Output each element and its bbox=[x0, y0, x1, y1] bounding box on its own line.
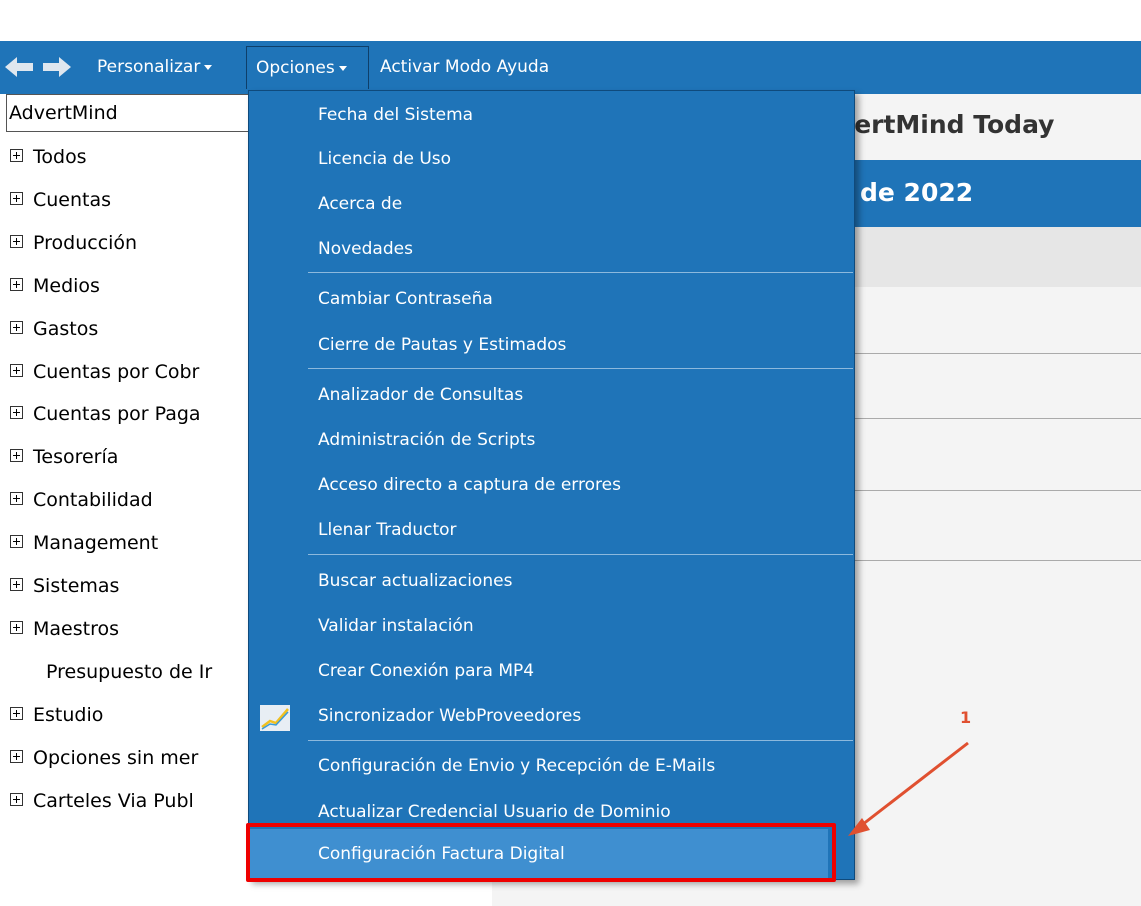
sidebar-item[interactable]: Contabilidad bbox=[10, 480, 153, 520]
sidebar-item[interactable]: Presupuesto de Ir bbox=[46, 652, 212, 692]
sidebar-item-label: Cuentas por Cobr bbox=[33, 360, 200, 383]
sidebar-item-label: Management bbox=[33, 532, 159, 555]
expand-plus-icon[interactable] bbox=[10, 792, 23, 806]
sidebar-item[interactable]: Estudio bbox=[10, 695, 103, 735]
sidebar-item[interactable]: Tesorería bbox=[10, 437, 118, 477]
sidebar-item-label: Cuentas bbox=[33, 188, 112, 211]
sidebar-item[interactable]: Cuentas por Cobr bbox=[10, 352, 199, 392]
sidebar-item[interactable]: Gastos bbox=[10, 309, 98, 349]
sidebar-item-label: Estudio bbox=[33, 703, 104, 726]
highlight-box bbox=[246, 823, 836, 882]
expand-plus-icon[interactable] bbox=[10, 492, 23, 506]
expand-plus-icon[interactable] bbox=[10, 449, 23, 463]
sidebar-item-label: Contabilidad bbox=[33, 489, 153, 512]
sidebar-item-label: Opciones sin mer bbox=[33, 746, 199, 769]
sidebar-item-label: Sistemas bbox=[33, 575, 120, 597]
menu-separator bbox=[308, 368, 853, 369]
sidebar-item[interactable]: Carteles Via Publ bbox=[10, 781, 194, 821]
expand-plus-icon[interactable] bbox=[10, 620, 23, 634]
menu-item[interactable]: Cierre de Pautas y Estimados bbox=[318, 325, 566, 365]
panel-header bbox=[820, 227, 1141, 287]
menu-item[interactable]: Sincronizador WebProveedores bbox=[318, 696, 581, 736]
expand-plus-icon[interactable] bbox=[10, 535, 23, 549]
menu-item[interactable]: Fecha del Sistema bbox=[318, 95, 473, 135]
menu-item[interactable]: Administración de Scripts bbox=[318, 420, 535, 460]
sidebar-item[interactable]: Medios bbox=[10, 266, 100, 306]
sidebar-item-label: Gastos bbox=[33, 317, 99, 340]
menu-item[interactable]: Buscar actualizaciones bbox=[318, 561, 512, 601]
divider bbox=[830, 560, 1141, 561]
expand-plus-icon[interactable] bbox=[10, 234, 23, 248]
sidebar-item-label: Producción bbox=[33, 231, 138, 254]
sidebar-item[interactable]: Maestros bbox=[10, 609, 119, 649]
divider bbox=[830, 490, 1141, 491]
sidebar-item-label: Carteles Via Publ bbox=[33, 789, 194, 812]
expand-plus-icon[interactable] bbox=[10, 320, 23, 334]
sidebar-item-label: Presupuesto de Ir bbox=[46, 660, 213, 683]
sidebar-item[interactable]: Sistemas bbox=[10, 566, 119, 606]
expand-plus-icon[interactable] bbox=[10, 406, 23, 420]
menu-separator bbox=[308, 554, 853, 555]
chart-line-icon bbox=[260, 705, 290, 731]
expand-plus-icon[interactable] bbox=[10, 706, 23, 720]
sidebar-item-label: Tesorería bbox=[33, 446, 119, 469]
sidebar-item[interactable]: Cuentas bbox=[10, 180, 111, 220]
date-label: de 2022 bbox=[860, 178, 974, 207]
menu-item[interactable]: Acceso directo a captura de errores bbox=[318, 465, 621, 505]
menu-personalizar[interactable]: Personalizar bbox=[97, 47, 213, 87]
sidebar-item-label: Medios bbox=[33, 274, 100, 297]
menu-item[interactable]: Llenar Traductor bbox=[318, 510, 457, 550]
nav-arrows bbox=[5, 57, 71, 77]
callout-number: 1 bbox=[960, 708, 972, 727]
activar-modo-ayuda[interactable]: Activar Modo Ayuda bbox=[380, 47, 549, 87]
divider bbox=[830, 353, 1141, 354]
sidebar-item-label: Todos bbox=[33, 146, 87, 168]
expand-plus-icon[interactable] bbox=[10, 191, 23, 205]
page-title: dvertMind Today bbox=[820, 110, 1055, 139]
sidebar-item[interactable]: Opciones sin mer bbox=[10, 738, 198, 778]
menu-item[interactable]: Crear Conexión para MP4 bbox=[318, 651, 534, 691]
menu-item[interactable]: Validar instalación bbox=[318, 606, 474, 646]
sidebar-item-label: Maestros bbox=[33, 617, 119, 640]
menu-item[interactable]: Configuración de Envio y Recepción de E-… bbox=[318, 746, 715, 786]
sidebar-title[interactable]: AdvertMind bbox=[6, 94, 266, 132]
menu-opciones-label: Opciones bbox=[256, 58, 335, 78]
back-arrow-icon[interactable] bbox=[5, 57, 33, 77]
sidebar-item[interactable]: Management bbox=[10, 523, 158, 563]
chevron-down-icon bbox=[204, 64, 213, 70]
menu-item[interactable]: Analizador de Consultas bbox=[318, 375, 523, 415]
menu-item[interactable]: Licencia de Uso bbox=[318, 139, 451, 179]
expand-plus-icon[interactable] bbox=[10, 363, 23, 377]
menu-item[interactable]: Cambiar Contraseña bbox=[318, 279, 493, 319]
expand-plus-icon[interactable] bbox=[10, 277, 23, 291]
menu-separator bbox=[308, 740, 853, 741]
divider bbox=[830, 418, 1141, 419]
menu-separator bbox=[308, 272, 853, 273]
menu-item[interactable]: Acerca de bbox=[318, 184, 402, 224]
menu-opciones[interactable]: Opciones bbox=[246, 46, 369, 89]
menu-personalizar-label: Personalizar bbox=[97, 57, 201, 77]
forward-arrow-icon[interactable] bbox=[43, 57, 71, 77]
expand-plus-icon[interactable] bbox=[10, 749, 23, 763]
sidebar-item-label: Cuentas por Paga bbox=[33, 403, 201, 426]
expand-plus-icon[interactable] bbox=[10, 149, 23, 162]
expand-plus-icon[interactable] bbox=[10, 578, 23, 591]
sidebar-item[interactable]: Producción bbox=[10, 223, 137, 263]
chevron-down-icon bbox=[338, 65, 347, 71]
sidebar-item[interactable]: Todos bbox=[10, 137, 87, 177]
sidebar-item[interactable]: Cuentas por Paga bbox=[10, 394, 201, 434]
menu-item[interactable]: Novedades bbox=[318, 229, 413, 269]
